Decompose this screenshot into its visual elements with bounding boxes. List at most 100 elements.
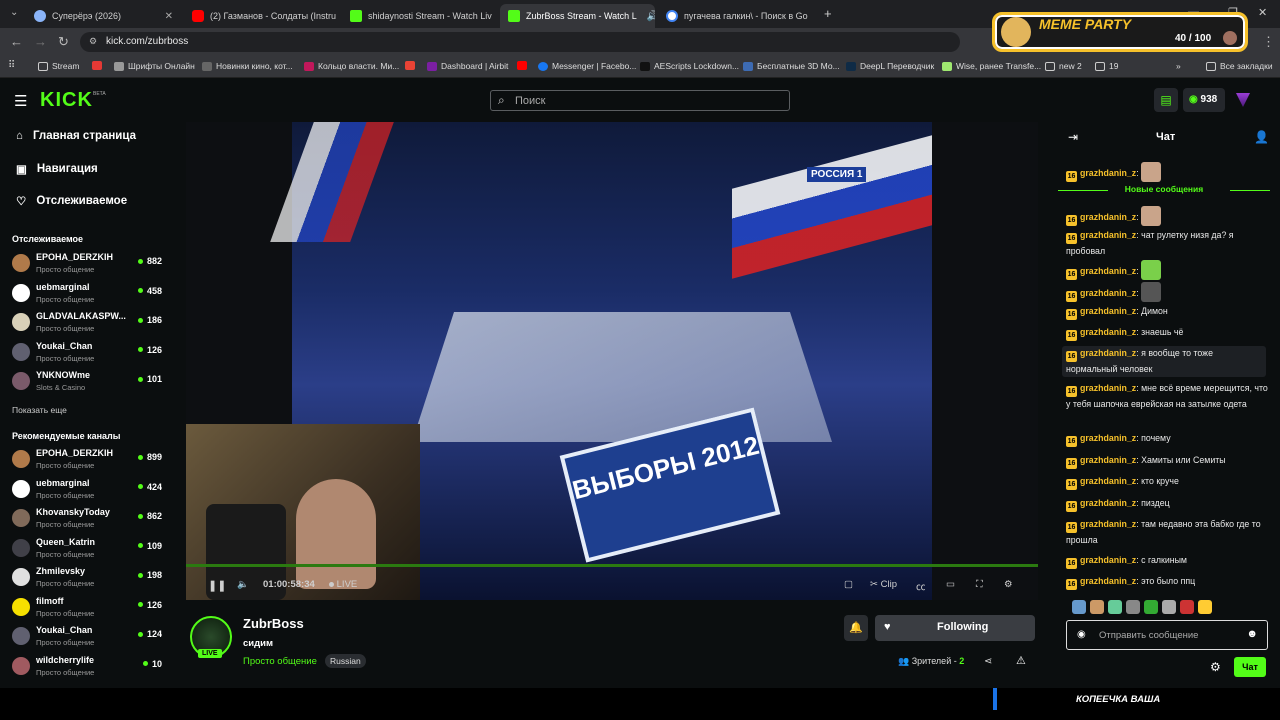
sidebar-channel[interactable]: wildcherrylife Просто общение 10 (12, 655, 162, 683)
bookmark[interactable]: Wise, ранее Transfe... (942, 61, 1041, 71)
users-icon[interactable]: 👤 (1254, 130, 1269, 144)
bookmark[interactable]: DeepL Переводчик (846, 61, 934, 71)
browser-tab[interactable]: (2) Газманов - Солдаты (Instru ✕ (184, 4, 339, 28)
emote-icon[interactable] (1144, 600, 1158, 614)
sidebar-channel[interactable]: KhovanskyToday Просто общение 862 (12, 507, 162, 535)
chat-username[interactable]: grazhdanin_z (1080, 348, 1136, 358)
category-link[interactable]: Просто общение (243, 656, 317, 667)
forward-icon[interactable]: → (34, 34, 47, 49)
chat-username[interactable]: grazhdanin_z (1080, 212, 1136, 222)
following-button[interactable]: ♥ Following (875, 615, 1035, 641)
collapse-chat-icon[interactable]: ⇥ (1068, 130, 1078, 144)
send-chat-button[interactable]: Чат (1234, 657, 1266, 677)
profile-avatar[interactable] (1236, 93, 1250, 107)
chat-username[interactable]: grazhdanin_z (1080, 168, 1136, 178)
bookmark[interactable]: Шрифты Онлайн (114, 61, 195, 71)
sidebar-channel[interactable]: Zhmilevsky Просто общение 198 (12, 566, 162, 594)
chat-username[interactable]: grazhdanin_z (1080, 433, 1136, 443)
language-tag[interactable]: Russian (325, 654, 366, 668)
bookmark[interactable] (405, 61, 415, 70)
chat-username[interactable]: grazhdanin_z (1080, 306, 1136, 316)
hamburger-icon[interactable]: ☰ (14, 92, 27, 110)
emote-icon[interactable] (1126, 600, 1140, 614)
fullscreen-icon[interactable]: ⛶ (976, 579, 983, 590)
chat-username[interactable]: grazhdanin_z (1080, 230, 1136, 240)
back-icon[interactable]: ← (10, 34, 23, 49)
bookmark[interactable] (92, 61, 102, 70)
share-icon[interactable]: ⋖ (984, 656, 992, 667)
speaker-icon[interactable]: 🔊 (647, 11, 655, 22)
sidebar-channel[interactable]: Queen_Katrin Просто общение 109 (12, 537, 162, 565)
sidebar-channel[interactable]: YNKNOWme Slots & Casino 101 (12, 370, 162, 398)
browser-tab-active[interactable]: ZubrBoss Stream - Watch L 🔊 ✕ (500, 4, 655, 28)
chat-username[interactable]: grazhdanin_z (1080, 455, 1136, 465)
chat-username[interactable]: grazhdanin_z (1080, 555, 1136, 565)
sidebar-channel[interactable]: uebmarginal Просто общение 458 (12, 282, 162, 310)
video-player[interactable]: РОССИЯ 1 ВЫБОРЫ 2012 ❚❚ 🔈 01:00:58:34 LI… (186, 122, 1038, 600)
window-close-icon[interactable]: ✕ (1258, 6, 1267, 19)
emote-picker-icon[interactable]: ◉ (1077, 629, 1086, 640)
bookmark-folder[interactable]: new 2 (1045, 61, 1082, 71)
chat-username[interactable]: grazhdanin_z (1080, 498, 1136, 508)
sidebar-channel[interactable]: Youkai_Chan Просто общение 126 (12, 341, 162, 369)
bookmark-folder[interactable]: Stream (38, 61, 79, 71)
bookmark[interactable]: Messenger | Facebo... (538, 61, 636, 71)
emote-icon[interactable] (1180, 600, 1194, 614)
chat-username[interactable]: grazhdanin_z (1080, 476, 1136, 486)
volume-icon[interactable]: 🔈 (237, 579, 249, 590)
theater-icon[interactable]: ▢ (844, 579, 853, 590)
miniplayer-icon[interactable]: ▭ (946, 579, 955, 590)
smile-icon[interactable]: ☻ (1246, 628, 1258, 640)
sidebar-channel[interactable]: EPOHA_DERZKIH Просто общение 899 (12, 448, 162, 476)
sidebar-channel[interactable]: GLADVALAKASPW... Просто общение 186 (12, 311, 162, 339)
all-bookmarks[interactable]: Все закладки (1206, 61, 1273, 71)
report-icon[interactable]: ⚠ (1016, 654, 1026, 667)
bookmark-folder[interactable]: 19 (1095, 61, 1118, 71)
points-button[interactable]: ◉ 938 (1183, 88, 1225, 112)
stats-button[interactable]: ▤ (1154, 88, 1178, 112)
chat-username[interactable]: grazhdanin_z (1080, 383, 1136, 393)
chat-username[interactable]: grazhdanin_z (1080, 288, 1136, 298)
chat-username[interactable]: grazhdanin_z (1080, 266, 1136, 276)
settings-icon[interactable]: ⚙ (1004, 579, 1013, 590)
clip-button[interactable]: ✂ Clip (870, 579, 897, 590)
site-info-icon[interactable]: ⚙ (89, 36, 97, 47)
channel-name[interactable]: ZubrBoss (243, 616, 304, 631)
nav-browse[interactable]: ▣ Навигация (16, 162, 98, 176)
menu-dots-icon[interactable]: ⋮ (1262, 34, 1275, 50)
emote-icon[interactable] (1198, 600, 1212, 614)
browser-tab[interactable]: пугачева галкин\ - Поиск в Go ✕ (658, 4, 813, 28)
emote-icon[interactable] (1162, 600, 1176, 614)
chat-settings-icon[interactable]: ⚙ (1210, 660, 1221, 674)
pause-icon[interactable]: ❚❚ (208, 579, 226, 592)
bookmark[interactable]: AEScripts Lockdown... (640, 61, 739, 71)
bookmark[interactable]: Dashboard | Airbit (427, 61, 508, 71)
apps-icon[interactable]: ⠿ (8, 60, 15, 71)
emote-icon[interactable] (1090, 600, 1104, 614)
bookmark[interactable]: Новинки кино, кот... (202, 61, 293, 71)
search-input[interactable]: ⌕ Поиск (490, 90, 790, 111)
chat-input[interactable]: ◉ Отправить сообщение ☻ (1066, 620, 1268, 650)
show-more-link[interactable]: Показать еще (12, 405, 67, 415)
bookmark[interactable] (517, 61, 527, 70)
url-field[interactable]: ⚙ kick.com/zubrboss (80, 32, 960, 52)
notification-button[interactable]: 🔔 (844, 615, 868, 641)
bookmark[interactable]: Кольцо власти. Ми... (304, 61, 399, 71)
close-icon[interactable]: ✕ (165, 11, 173, 22)
browser-tab[interactable]: Суперёрэ (2026) ✕ (26, 4, 181, 28)
captions-icon[interactable]: ㏄ (916, 579, 926, 593)
sidebar-channel[interactable]: uebmarginal Просто общение 424 (12, 478, 162, 506)
new-tab-icon[interactable]: + (824, 6, 832, 21)
kick-logo[interactable]: KICK (40, 89, 93, 112)
progress-bar[interactable] (186, 564, 1038, 567)
emote-icon[interactable] (1108, 600, 1122, 614)
sidebar-channel[interactable]: filmoff Просто общение 126 (12, 596, 162, 624)
sidebar-channel[interactable]: Youkai_Chan Просто общение 124 (12, 625, 162, 653)
tab-search-icon[interactable]: ⌄ (10, 7, 18, 18)
nav-home[interactable]: ⌂ Главная страница (16, 130, 136, 142)
chat-username[interactable]: grazhdanin_z (1080, 519, 1136, 529)
nav-following[interactable]: ♡ Отслеживаемое (16, 194, 127, 208)
more-bookmarks-icon[interactable]: » (1176, 61, 1181, 71)
emote-icon[interactable] (1072, 600, 1086, 614)
browser-tab[interactable]: shidaynosti Stream - Watch Liv ✕ (342, 4, 497, 28)
